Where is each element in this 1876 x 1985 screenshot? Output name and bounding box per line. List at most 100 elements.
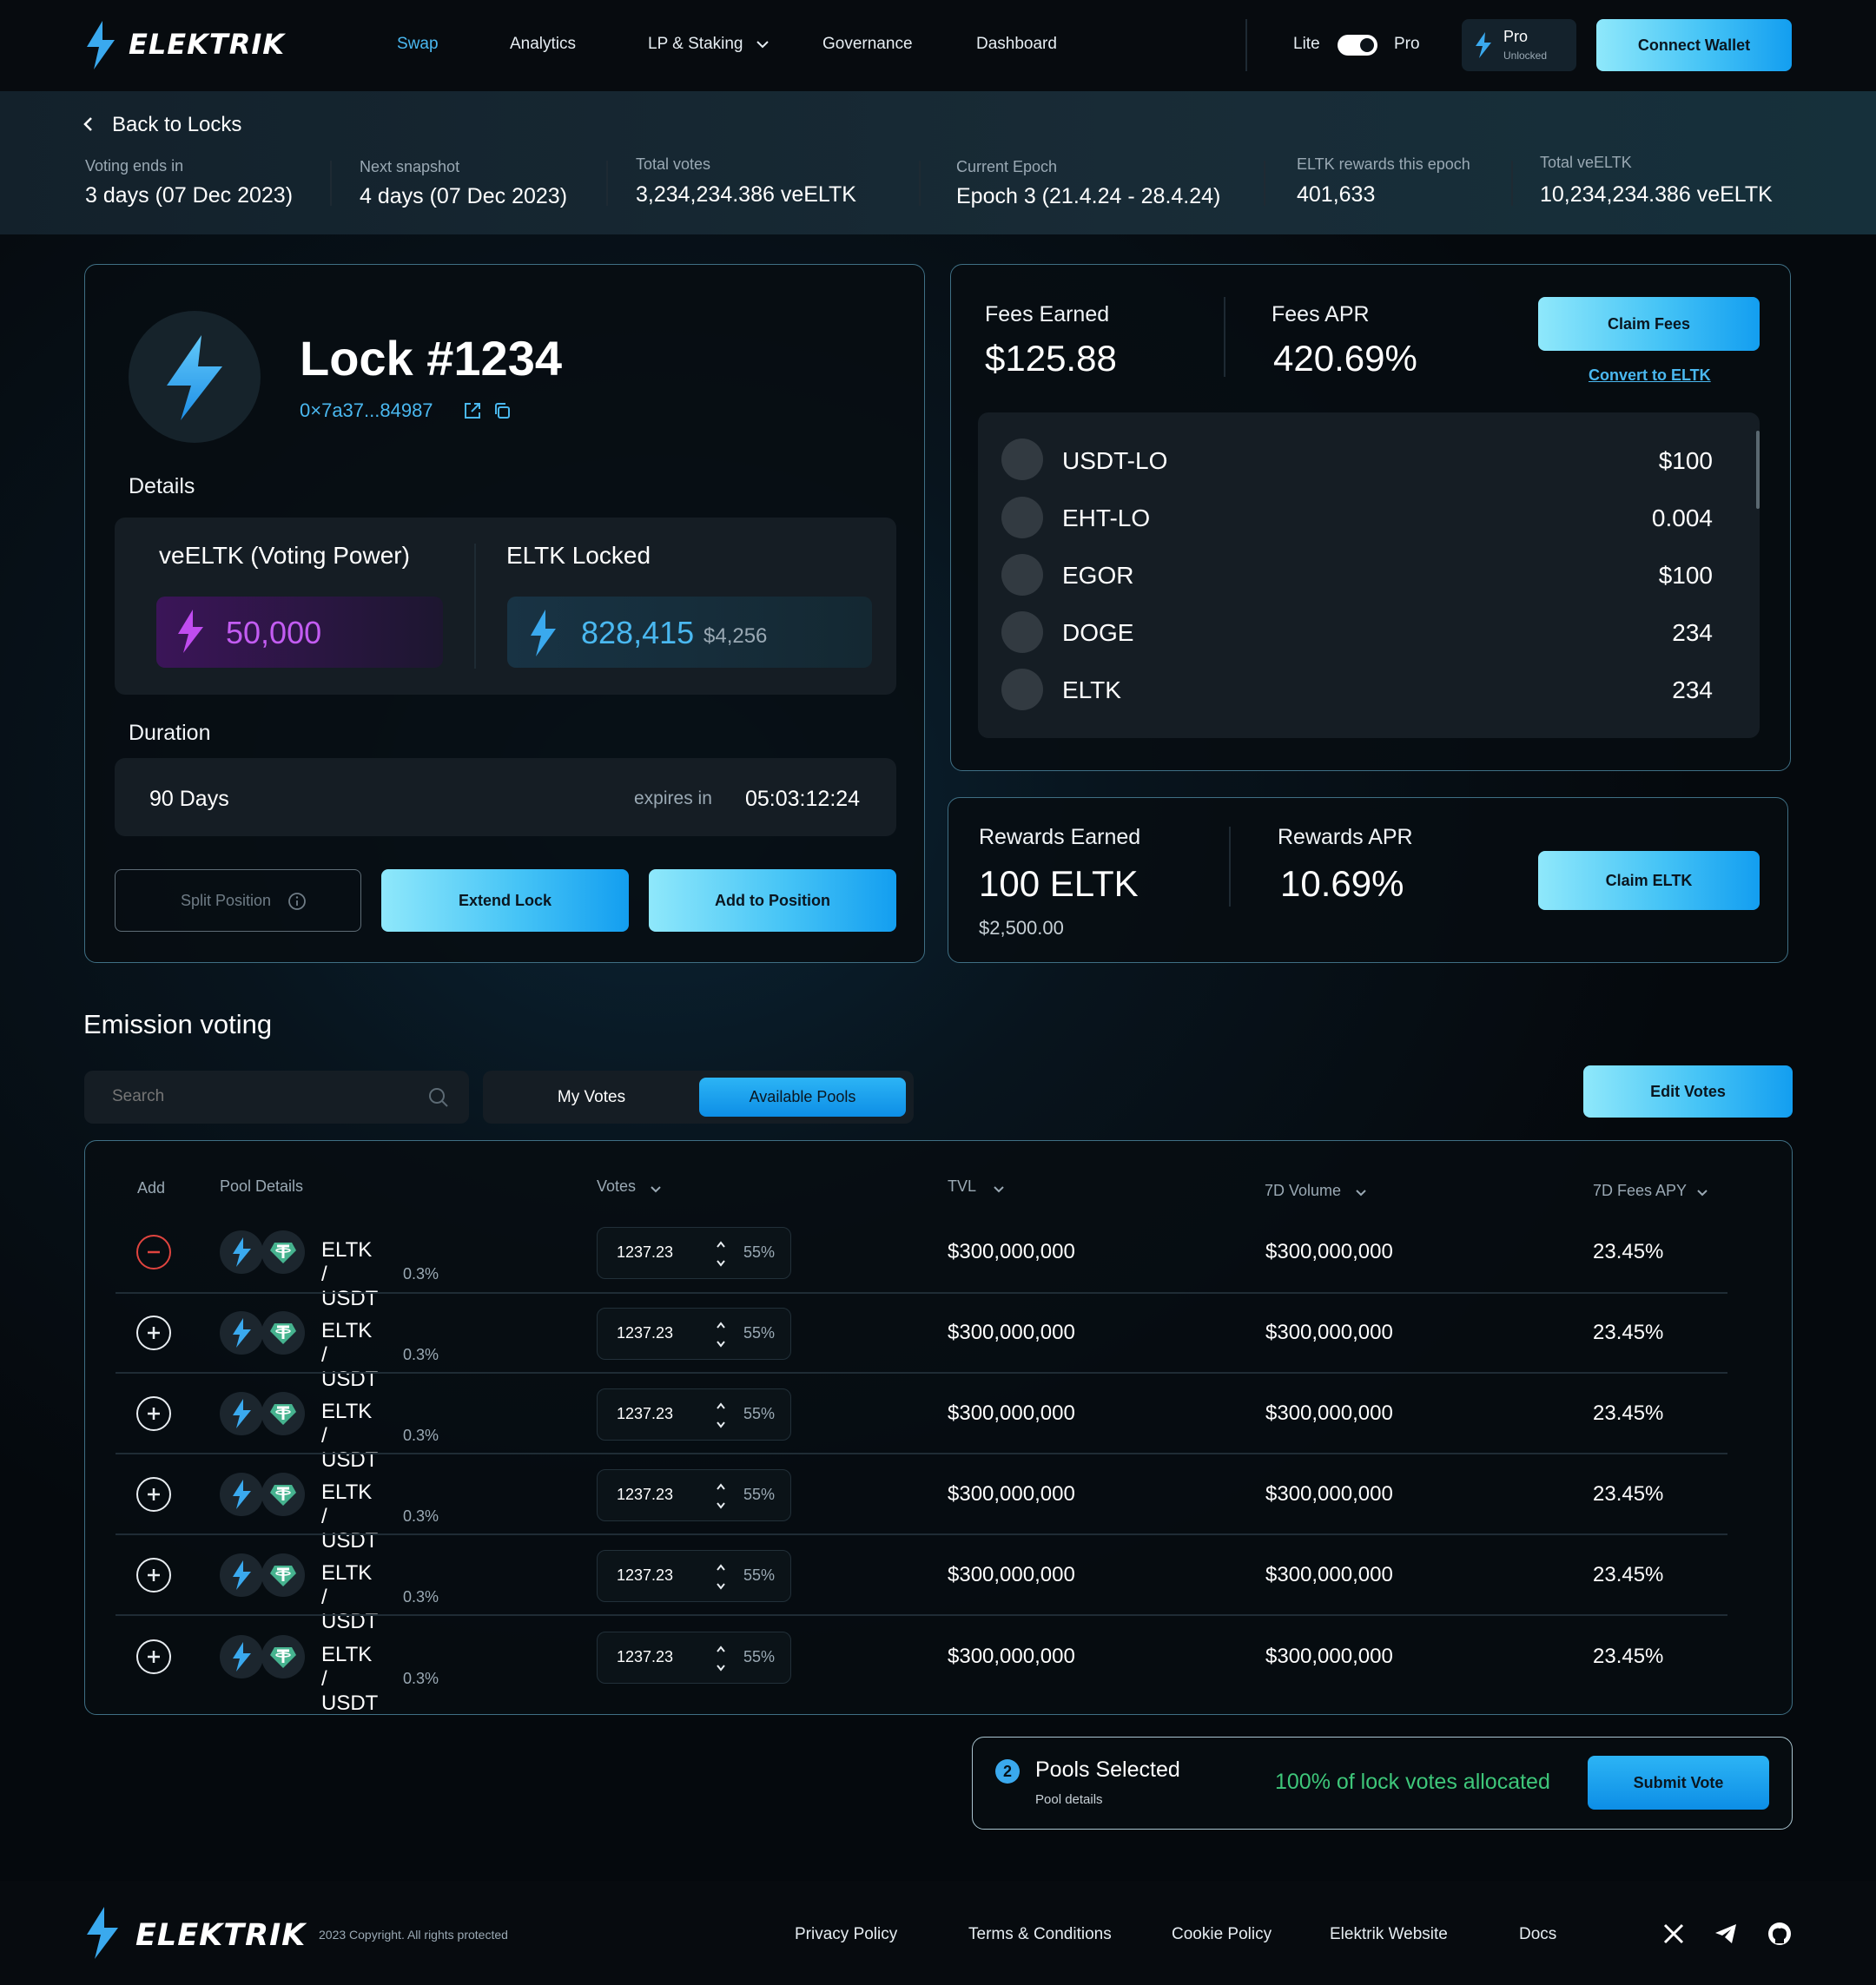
- column-header-votes[interactable]: Votes: [597, 1177, 636, 1196]
- sort-chevron-icon[interactable]: [1355, 1186, 1367, 1202]
- votes-stepper[interactable]: 1237.23 55%: [597, 1469, 791, 1521]
- footer-link-cookie[interactable]: Cookie Policy: [1172, 1925, 1272, 1944]
- search-icon[interactable]: [427, 1086, 450, 1113]
- elektrik-bolt-logo-icon[interactable]: [83, 21, 118, 69]
- pool-search-box[interactable]: [84, 1071, 469, 1124]
- pool-details-link[interactable]: Pool details: [1035, 1792, 1103, 1807]
- telegram-icon[interactable]: [1714, 1922, 1738, 1949]
- extend-lock-button[interactable]: Extend Lock: [381, 869, 629, 932]
- footer-brand-name[interactable]: ELEKTRIK: [135, 1918, 306, 1953]
- nav-dashboard[interactable]: Dashboard: [976, 35, 1057, 54]
- back-to-locks-link[interactable]: Back to Locks: [112, 113, 241, 137]
- sort-chevron-icon[interactable]: [1696, 1186, 1708, 1202]
- connect-wallet-button[interactable]: Connect Wallet: [1596, 19, 1792, 71]
- submit-vote-button[interactable]: Submit Vote: [1588, 1756, 1769, 1810]
- lock-address[interactable]: 0×7a37...84987: [300, 399, 433, 422]
- nav-swap[interactable]: Swap: [397, 35, 439, 54]
- rewards-divider: [1229, 827, 1231, 907]
- votes-input-value[interactable]: 1237.23: [617, 1566, 673, 1585]
- stepper-arrows-icon[interactable]: [715, 1561, 727, 1597]
- convert-to-eltk-link[interactable]: Convert to ELTK: [1589, 366, 1711, 385]
- votes-percent: 55%: [743, 1405, 776, 1422]
- votes-input-value[interactable]: 1237.23: [617, 1486, 673, 1504]
- lite-pro-toggle[interactable]: [1338, 35, 1377, 56]
- plus-icon: [148, 1488, 160, 1500]
- votes-input-value[interactable]: 1237.23: [617, 1243, 673, 1262]
- chevron-down-icon[interactable]: [756, 38, 770, 54]
- add-pool-button[interactable]: [136, 1477, 171, 1512]
- claim-eltk-button[interactable]: Claim ELTK: [1538, 851, 1760, 910]
- stepper-arrows-icon[interactable]: [715, 1481, 727, 1516]
- pool-7d-fees-apy: 23.45%: [1593, 1401, 1664, 1425]
- token-list-scrollbar[interactable]: [1756, 431, 1760, 509]
- elektrik-bolt-logo-icon[interactable]: [83, 1907, 122, 1963]
- eltk-locked-box: 828,415 $4,256: [507, 597, 872, 668]
- votes-input-value[interactable]: 1237.23: [617, 1648, 673, 1666]
- pool-pair-name: ELTK / USDT: [321, 1561, 379, 1633]
- footer-link-docs[interactable]: Docs: [1519, 1925, 1556, 1944]
- sort-chevron-icon[interactable]: [993, 1183, 1005, 1198]
- add-pool-button[interactable]: [136, 1639, 171, 1674]
- remove-pool-button[interactable]: [136, 1235, 171, 1269]
- column-header-tvl[interactable]: TVL: [948, 1177, 976, 1196]
- pool-pair-name: ELTK / USDT: [321, 1400, 379, 1472]
- chevron-left-icon[interactable]: [82, 115, 96, 137]
- stepper-arrows-icon[interactable]: [715, 1643, 727, 1678]
- github-icon[interactable]: [1767, 1921, 1793, 1951]
- votes-stepper[interactable]: 1237.23 55%: [597, 1388, 791, 1441]
- fees-apr-value: 420.69%: [1273, 338, 1417, 379]
- column-header-7d-fees-apy[interactable]: 7D Fees APY: [1593, 1182, 1687, 1200]
- footer-link-terms[interactable]: Terms & Conditions: [968, 1925, 1112, 1944]
- footer-link-website[interactable]: Elektrik Website: [1330, 1925, 1448, 1944]
- info-icon[interactable]: [287, 892, 307, 915]
- brand-name[interactable]: ELEKTRIK: [129, 28, 285, 61]
- eltk-token-icon: [220, 1553, 263, 1597]
- edit-votes-button[interactable]: Edit Votes: [1583, 1065, 1793, 1118]
- stepper-arrows-icon[interactable]: [715, 1238, 727, 1274]
- external-link-icon[interactable]: [463, 401, 482, 425]
- votes-input-value[interactable]: 1237.23: [617, 1405, 673, 1423]
- token-avatar: [1001, 554, 1043, 596]
- votes-stepper[interactable]: 1237.23 55%: [597, 1632, 791, 1684]
- eltk-token-icon: [220, 1392, 263, 1435]
- search-input[interactable]: [112, 1083, 399, 1111]
- add-pool-button[interactable]: [136, 1558, 171, 1593]
- row-divider: [116, 1292, 1727, 1294]
- stat-value: 401,633: [1297, 182, 1376, 207]
- stepper-arrows-icon[interactable]: [715, 1400, 727, 1435]
- footer-link-privacy[interactable]: Privacy Policy: [795, 1925, 897, 1944]
- split-position-button[interactable]: Split Position: [115, 869, 361, 932]
- nav-governance[interactable]: Governance: [822, 35, 913, 54]
- x-twitter-icon[interactable]: [1662, 1922, 1685, 1949]
- pool-tvl: $300,000,000: [948, 1645, 1075, 1668]
- nav-analytics[interactable]: Analytics: [510, 35, 576, 54]
- votes-stepper[interactable]: 1237.23 55%: [597, 1227, 791, 1279]
- pool-tvl: $300,000,000: [948, 1482, 1075, 1506]
- minus-icon: [148, 1250, 160, 1254]
- plus-icon: [148, 1408, 160, 1420]
- votes-stepper[interactable]: 1237.23 55%: [597, 1550, 791, 1602]
- token-value: $100: [1658, 447, 1713, 474]
- add-to-position-button[interactable]: Add to Position: [649, 869, 896, 932]
- sort-chevron-icon[interactable]: [650, 1183, 662, 1198]
- stepper-arrows-icon[interactable]: [715, 1319, 727, 1355]
- tab-available-pools[interactable]: Available Pools: [699, 1078, 906, 1117]
- add-pool-button[interactable]: [136, 1396, 171, 1431]
- add-pool-button[interactable]: [136, 1316, 171, 1350]
- copyright-text: 2023 Copyright. All rights protected: [319, 1928, 508, 1942]
- claim-fees-button[interactable]: Claim Fees: [1538, 297, 1760, 351]
- nav-lp-staking[interactable]: LP & Staking: [648, 35, 743, 54]
- pro-unlocked-badge[interactable]: Pro Unlocked: [1462, 19, 1576, 71]
- column-header-7d-volume[interactable]: 7D Volume: [1265, 1182, 1341, 1200]
- stat-label: Total votes: [636, 155, 711, 173]
- votes-input-value[interactable]: 1237.23: [617, 1324, 673, 1342]
- details-divider: [474, 544, 476, 669]
- column-header-pool-details: Pool Details: [220, 1177, 304, 1195]
- votes-stepper[interactable]: 1237.23 55%: [597, 1308, 791, 1360]
- copy-icon[interactable]: [492, 401, 512, 425]
- votes-percent: 55%: [743, 1566, 776, 1584]
- pool-7d-volume: $300,000,000: [1265, 1563, 1393, 1586]
- voting-power-label: veELTK (Voting Power): [159, 542, 410, 569]
- tab-my-votes[interactable]: My Votes: [483, 1071, 700, 1124]
- pro-badge-sub: Unlocked: [1503, 49, 1548, 62]
